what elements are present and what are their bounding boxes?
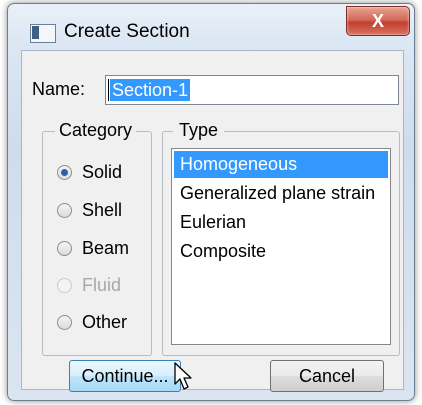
category-radio-beam[interactable]: Beam [57,238,129,259]
category-radio-other[interactable]: Other [57,312,127,333]
text-caret [108,79,109,101]
name-label: Name: [32,79,86,99]
category-radio-shell[interactable]: Shell [57,200,122,221]
close-button[interactable]: X [346,6,410,36]
type-item-eulerian[interactable]: Eulerian [174,209,388,236]
type-list[interactable]: Homogeneous Generalized plane strain Eul… [171,148,391,345]
type-item-generalized-plane-strain[interactable]: Generalized plane strain [174,180,388,207]
mouse-cursor-icon [174,362,192,390]
category-option-label: Other [82,312,128,332]
type-legend: Type [173,120,225,141]
category-group: Category Solid Shell Beam Fluid Other [42,120,152,356]
category-radio-solid[interactable]: Solid [57,162,122,183]
dialog-body: Name: Section-1 Category Solid Shell Bea… [21,50,404,392]
type-item-composite[interactable]: Composite [174,238,388,265]
category-radio-fluid: Fluid [57,275,121,296]
radio-icon [57,278,72,293]
window-icon [30,24,56,43]
radio-selected-icon [57,165,72,180]
radio-icon [57,241,72,256]
name-input[interactable]: Section-1 [105,75,399,105]
window-title: Create Section [64,21,190,42]
category-option-label: Beam [82,238,130,258]
create-section-dialog: Create Section X Name: Section-1 Categor… [7,3,415,401]
type-item-homogeneous[interactable]: Homogeneous [174,151,388,178]
category-legend: Category [55,120,137,141]
radio-icon [57,315,72,330]
category-option-label: Solid [82,162,123,182]
type-group: Type Homogeneous Generalized plane strai… [162,120,400,356]
name-input-value: Section-1 [110,79,191,101]
category-option-label: Shell [82,200,123,220]
continue-button[interactable]: Continue... [69,360,181,392]
cancel-button[interactable]: Cancel [270,360,384,392]
category-option-label: Fluid [82,275,122,295]
radio-icon [57,203,72,218]
